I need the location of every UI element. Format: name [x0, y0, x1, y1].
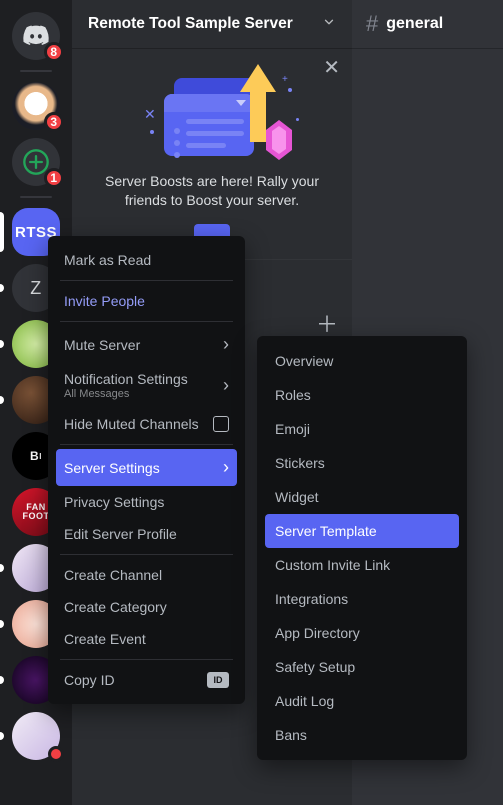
- chevron-right-icon: [223, 375, 229, 396]
- menu-label: Server Settings: [64, 460, 160, 476]
- id-icon: ID: [207, 672, 229, 688]
- menu-separator: [60, 321, 233, 322]
- menu-label: Audit Log: [275, 693, 334, 709]
- server-settings-submenu: Overview Roles Emoji Stickers Widget Ser…: [257, 336, 467, 760]
- menu-separator: [60, 554, 233, 555]
- menu-label: Widget: [275, 489, 319, 505]
- server-acronym: Z: [30, 278, 42, 299]
- menu-label: Create Channel: [64, 567, 162, 583]
- boost-illustration: ✕ +: [88, 64, 336, 164]
- create-channel-plus-icon[interactable]: ＋: [316, 314, 338, 336]
- menu-label: Notification Settings: [64, 371, 188, 387]
- channel-name: general: [386, 15, 443, 33]
- unread-pill: [0, 732, 4, 740]
- menu-label: Safety Setup: [275, 659, 355, 675]
- rail-separator: [20, 70, 52, 72]
- menu-create-category[interactable]: Create Category: [56, 591, 237, 623]
- submenu-custom-invite-link[interactable]: Custom Invite Link: [265, 548, 459, 582]
- menu-label: App Directory: [275, 625, 360, 641]
- menu-separator: [60, 659, 233, 660]
- hash-icon: #: [366, 11, 378, 37]
- checkbox-icon: [213, 416, 229, 432]
- server-badge: 3: [44, 112, 64, 132]
- home-badge: 8: [44, 42, 64, 62]
- menu-separator: [60, 280, 233, 281]
- menu-copy-id[interactable]: Copy ID ID: [56, 664, 237, 696]
- menu-label: Emoji: [275, 421, 310, 437]
- server-badge: [48, 746, 64, 762]
- boost-gem-icon: [266, 120, 292, 160]
- chevron-down-icon: [322, 15, 336, 34]
- menu-label: Roles: [275, 387, 311, 403]
- server-name-dropdown[interactable]: Remote Tool Sample Server: [72, 0, 352, 48]
- menu-mark-as-read[interactable]: Mark as Read: [56, 244, 237, 276]
- menu-label: Server Template: [275, 523, 377, 539]
- selection-pill: [0, 212, 4, 252]
- menu-label: Stickers: [275, 455, 325, 471]
- rail-separator: [20, 196, 52, 198]
- boost-banner: ✕ ✕ + Server Boosts are here! Rally your…: [72, 48, 352, 260]
- boost-text: Server Boosts are here! Rally your frien…: [88, 172, 336, 210]
- menu-label: Edit Server Profile: [64, 526, 177, 542]
- menu-mute-server[interactable]: Mute Server: [56, 326, 237, 363]
- submenu-stickers[interactable]: Stickers: [265, 446, 459, 480]
- submenu-emoji[interactable]: Emoji: [265, 412, 459, 446]
- server-context-menu: Mark as Read Invite People Mute Server N…: [48, 236, 245, 704]
- menu-label: Create Event: [64, 631, 146, 647]
- menu-label: Custom Invite Link: [275, 557, 390, 573]
- menu-label: Integrations: [275, 591, 348, 607]
- menu-edit-server-profile[interactable]: Edit Server Profile: [56, 518, 237, 550]
- server-name: Remote Tool Sample Server: [88, 15, 293, 33]
- menu-label: Bans: [275, 727, 307, 743]
- chevron-right-icon: [223, 334, 229, 355]
- menu-label: Copy ID: [64, 672, 115, 688]
- server-icon[interactable]: [12, 712, 60, 760]
- menu-invite-people[interactable]: Invite People: [56, 285, 237, 317]
- add-server-button[interactable]: 1: [12, 138, 60, 186]
- submenu-overview[interactable]: Overview: [265, 344, 459, 378]
- boost-line2: friends to Boost your server.: [88, 191, 336, 210]
- submenu-app-directory[interactable]: App Directory: [265, 616, 459, 650]
- menu-privacy-settings[interactable]: Privacy Settings: [56, 486, 237, 518]
- submenu-widget[interactable]: Widget: [265, 480, 459, 514]
- menu-label: Overview: [275, 353, 333, 369]
- submenu-safety-setup[interactable]: Safety Setup: [265, 650, 459, 684]
- unread-pill: [0, 284, 4, 292]
- unread-pill: [0, 564, 4, 572]
- discord-home-button[interactable]: 8: [12, 12, 60, 60]
- boost-line1: Server Boosts are here! Rally your: [88, 172, 336, 191]
- menu-label: Privacy Settings: [64, 494, 164, 510]
- menu-hide-muted-channels[interactable]: Hide Muted Channels: [56, 408, 237, 440]
- menu-separator: [60, 444, 233, 445]
- menu-label: Invite People: [64, 293, 145, 309]
- menu-label: Mark as Read: [64, 252, 151, 268]
- menu-label: Mute Server: [64, 337, 140, 353]
- menu-label: Hide Muted Channels: [64, 416, 199, 432]
- add-badge: 1: [44, 168, 64, 188]
- menu-create-event[interactable]: Create Event: [56, 623, 237, 655]
- unread-pill: [0, 620, 4, 628]
- channel-header: # general: [352, 0, 503, 48]
- chevron-right-icon: [223, 457, 229, 478]
- unread-pill: [0, 676, 4, 684]
- menu-notification-settings[interactable]: Notification SettingsAll Messages: [56, 363, 237, 408]
- menu-sublabel: All Messages: [64, 388, 188, 400]
- submenu-integrations[interactable]: Integrations: [265, 582, 459, 616]
- submenu-roles[interactable]: Roles: [265, 378, 459, 412]
- unread-pill: [0, 396, 4, 404]
- submenu-bans[interactable]: Bans: [265, 718, 459, 752]
- unread-pill: [0, 340, 4, 348]
- server-icon[interactable]: 3: [12, 82, 60, 130]
- menu-label: Create Category: [64, 599, 167, 615]
- submenu-server-template[interactable]: Server Template: [265, 514, 459, 548]
- menu-create-channel[interactable]: Create Channel: [56, 559, 237, 591]
- submenu-audit-log[interactable]: Audit Log: [265, 684, 459, 718]
- menu-server-settings[interactable]: Server Settings: [56, 449, 237, 486]
